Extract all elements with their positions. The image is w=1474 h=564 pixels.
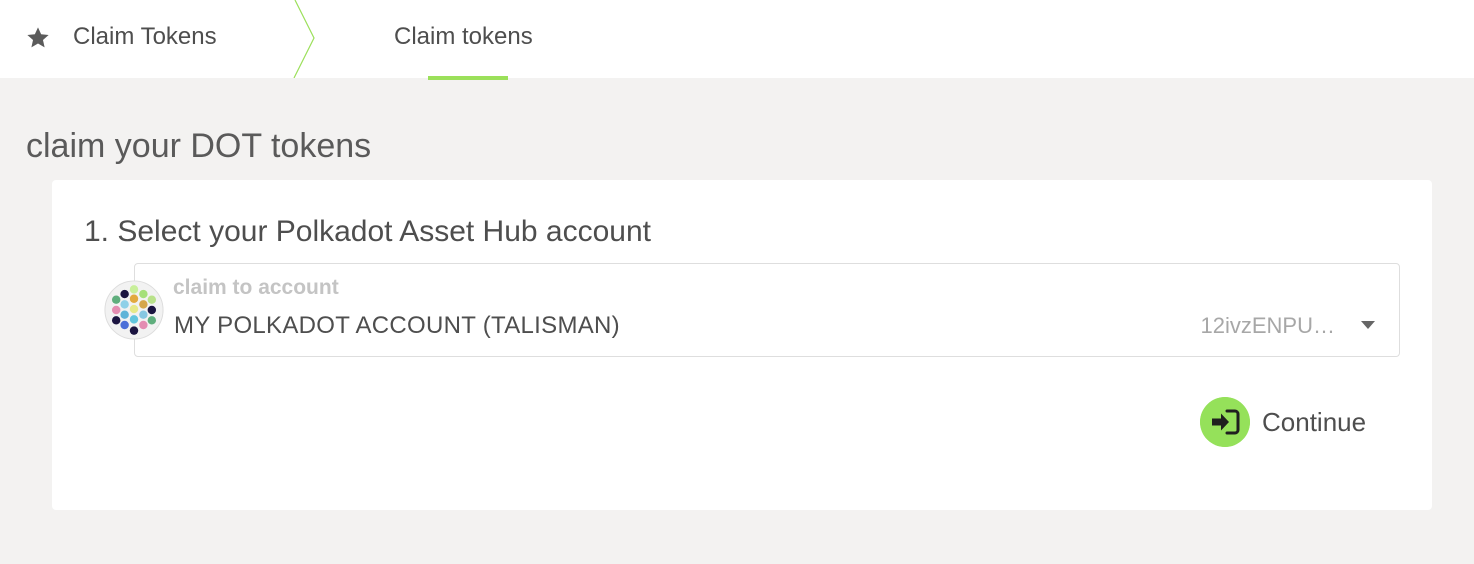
top-navigation-bar: Claim Tokens Claim tokens: [0, 0, 1474, 80]
continue-label: Continue: [1262, 407, 1367, 437]
sign-in-arrow-icon: [1200, 397, 1250, 447]
selected-account-name: MY POLKADOT ACCOUNT (TALISMAN): [174, 312, 620, 339]
active-tab-indicator: [428, 76, 508, 80]
caret-down-icon: [1361, 321, 1375, 329]
identicon-avatar: [104, 280, 164, 340]
account-select-dropdown[interactable]: claim to account MY POLKADOT ACCOUNT (TA…: [134, 263, 1400, 357]
tab-claim-tokens[interactable]: Claim tokens: [372, 0, 564, 80]
continue-button[interactable]: Continue: [1200, 396, 1380, 448]
section-claim-tokens[interactable]: Claim Tokens: [0, 0, 300, 78]
dropdown-label: claim to account: [173, 276, 339, 299]
account-address: 12ivzENPU…: [1200, 313, 1335, 338]
star-icon: [27, 27, 49, 48]
step-title: 1. Select your Polkadot Asset Hub accoun…: [84, 215, 651, 248]
section-label: Claim Tokens: [73, 23, 217, 50]
claim-card: 1. Select your Polkadot Asset Hub accoun…: [52, 180, 1432, 510]
tab-label: Claim tokens: [394, 23, 533, 50]
breadcrumb-chevron-divider: [293, 0, 315, 78]
page-title: claim your DOT tokens: [26, 127, 372, 165]
